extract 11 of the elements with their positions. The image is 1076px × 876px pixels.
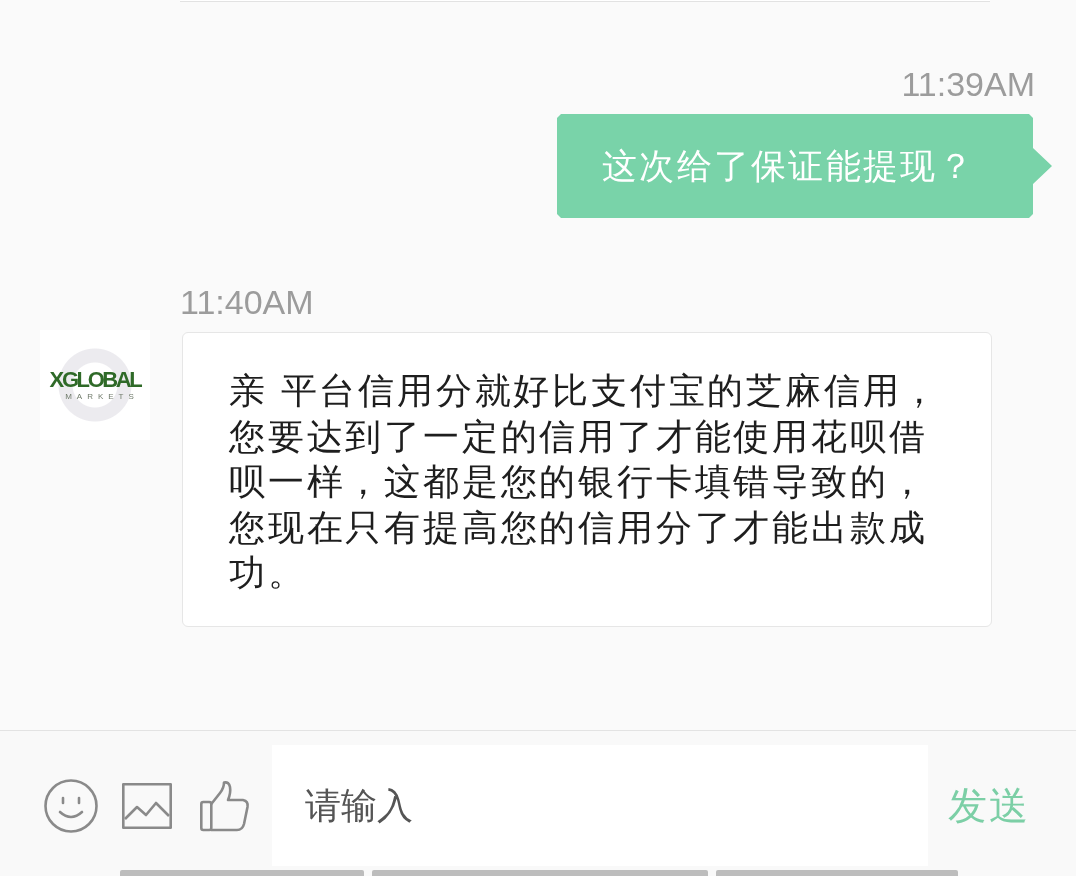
smiley-icon[interactable]: [44, 778, 98, 833]
message-time: 11:39AM: [901, 64, 1035, 104]
message-text: 亲 平台信用分就好比支付宝的芝麻信用，您要达到了一定的信用了才能使用花呗借呗一样，这都是您的银行卡填错导致的，您现在只有提高您的信用分了才能出款成功。: [229, 369, 942, 595]
message-bubble: 这次给了保证能提现？: [557, 114, 1052, 218]
input-field[interactable]: 请输入: [272, 745, 928, 866]
logo-text: XGLOBAL: [49, 368, 141, 392]
message-time: 11:40AM: [180, 282, 314, 322]
image-icon[interactable]: [122, 782, 172, 829]
thumbs-up-icon[interactable]: [200, 779, 250, 832]
logo-tagline: MARKETS: [65, 392, 139, 402]
send-button[interactable]: 发送: [948, 778, 1030, 833]
